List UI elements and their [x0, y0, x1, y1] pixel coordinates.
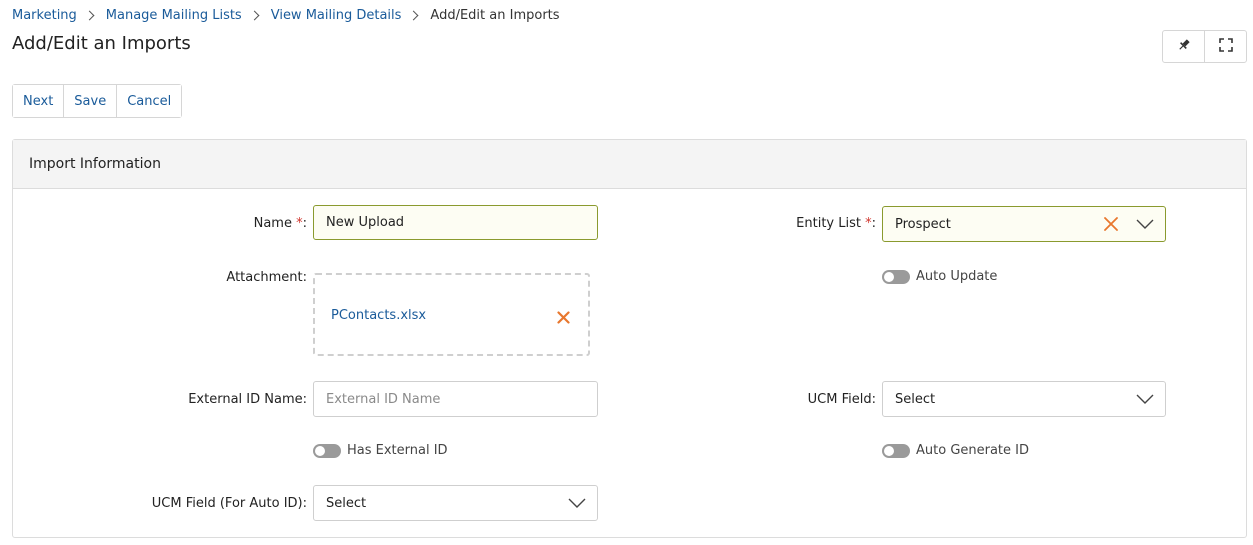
- external-id-name-placeholder: External ID Name: [326, 391, 441, 407]
- ucm-field-auto-id-value: Select: [326, 495, 367, 511]
- ucm-field-select[interactable]: Select: [882, 381, 1166, 417]
- breadcrumb-current: Add/Edit an Imports: [430, 7, 560, 23]
- chevron-down-icon: [567, 493, 587, 513]
- auto-update-label: Auto Update: [916, 269, 998, 284]
- auto-update-row: Auto Update: [882, 269, 997, 284]
- chevron-down-icon: [1135, 389, 1155, 409]
- ucm-field-auto-id-label: UCM Field (For Auto ID):: [151, 496, 307, 511]
- name-label: Name *:: [254, 216, 307, 231]
- label-colon: :: [302, 216, 307, 231]
- external-id-name-input[interactable]: External ID Name: [313, 381, 598, 417]
- fullscreen-button[interactable]: [1204, 31, 1246, 62]
- form-toolbar: Next Save Cancel: [12, 84, 183, 118]
- ucm-field-value: Select: [895, 391, 936, 407]
- save-button[interactable]: Save: [63, 85, 117, 117]
- page-title: Add/Edit an Imports: [12, 33, 191, 54]
- clear-selection-icon[interactable]: [1101, 214, 1121, 234]
- has-external-id-toggle[interactable]: [313, 443, 341, 458]
- fullscreen-icon: [1218, 37, 1233, 56]
- attachment-label: Attachment:: [226, 270, 307, 285]
- cancel-button[interactable]: Cancel: [116, 85, 182, 117]
- entity-list-label-text: Entity List: [796, 216, 861, 231]
- import-information-panel: Import Information: [12, 139, 1247, 538]
- label-colon: :: [871, 216, 876, 231]
- attachment-file-link[interactable]: PContacts.xlsx: [331, 308, 426, 323]
- chevron-down-icon: [1135, 214, 1155, 234]
- chevron-right-icon: [249, 10, 260, 20]
- has-external-id-label: Has External ID: [347, 443, 448, 458]
- next-button[interactable]: Next: [13, 85, 64, 117]
- panel-title: Import Information: [13, 140, 1246, 189]
- chevron-right-icon: [408, 10, 419, 20]
- name-input[interactable]: New Upload: [313, 205, 598, 240]
- breadcrumb: Marketing Manage Mailing Lists View Mail…: [12, 7, 560, 23]
- auto-generate-id-label: Auto Generate ID: [916, 443, 1030, 458]
- external-id-name-label: External ID Name:: [188, 392, 307, 407]
- breadcrumb-view-mailing-details[interactable]: View Mailing Details: [271, 8, 402, 23]
- pin-icon: [1177, 37, 1191, 56]
- ucm-field-label: UCM Field:: [807, 392, 876, 407]
- name-input-value: New Upload: [326, 215, 405, 230]
- entity-list-label: Entity List *:: [796, 216, 876, 231]
- breadcrumb-marketing[interactable]: Marketing: [12, 8, 77, 23]
- has-external-id-row: Has External ID: [313, 443, 448, 458]
- ucm-field-auto-id-select[interactable]: Select: [313, 485, 598, 521]
- auto-generate-id-toggle[interactable]: [882, 443, 910, 458]
- auto-update-toggle[interactable]: [882, 269, 910, 284]
- name-label-text: Name: [253, 216, 292, 231]
- attachment-dropzone[interactable]: PContacts.xlsx: [313, 273, 590, 356]
- entity-list-value: Prospect: [895, 216, 951, 232]
- remove-attachment-icon[interactable]: [553, 307, 573, 327]
- auto-generate-id-row: Auto Generate ID: [882, 443, 1029, 458]
- breadcrumb-manage-mailing-lists[interactable]: Manage Mailing Lists: [106, 8, 242, 23]
- entity-list-select[interactable]: Prospect: [882, 206, 1166, 242]
- pin-button[interactable]: [1163, 31, 1204, 62]
- page-actions: [1162, 30, 1247, 63]
- chevron-right-icon: [84, 10, 95, 20]
